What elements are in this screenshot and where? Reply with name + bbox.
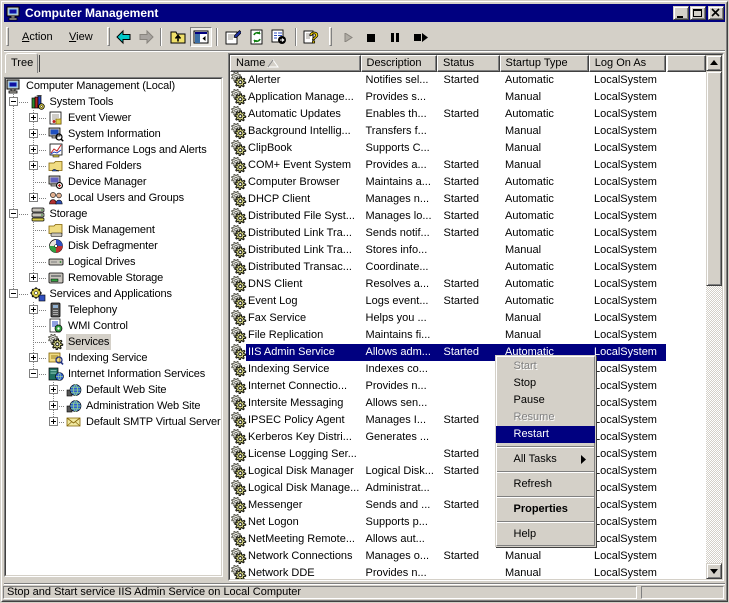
svg-text:?: ? [309,30,319,45]
